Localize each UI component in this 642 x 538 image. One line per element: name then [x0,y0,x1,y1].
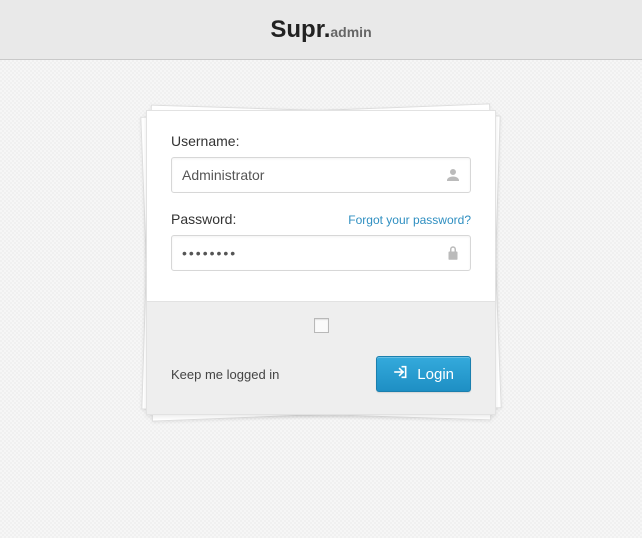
login-button[interactable]: Login [376,356,471,392]
forgot-password-link[interactable]: Forgot your password? [348,213,471,227]
login-icon [393,364,409,384]
user-icon [444,166,462,184]
password-input[interactable] [172,236,470,270]
login-button-label: Login [417,366,454,383]
brand-main: Supr. [270,16,330,43]
card-footer: Keep me logged in Login [147,301,495,414]
brand-sub: admin [330,24,371,40]
remember-label: Keep me logged in [171,367,279,382]
login-card: Username: Password: Forgot your password… [146,110,496,415]
password-label: Password: [171,211,236,227]
brand: Supr.admin [270,16,371,44]
username-field-group: Username: [171,133,471,193]
username-label: Username: [171,133,239,149]
lock-icon [444,244,462,262]
login-stage: Username: Password: Forgot your password… [146,110,496,415]
username-input-wrap[interactable] [171,157,471,193]
password-input-wrap[interactable] [171,235,471,271]
top-bar: Supr.admin [0,0,642,60]
card-body: Username: Password: Forgot your password… [147,111,495,301]
password-field-group: Password: Forgot your password? [171,211,471,271]
username-input[interactable] [172,158,470,192]
remember-checkbox[interactable] [314,318,329,333]
